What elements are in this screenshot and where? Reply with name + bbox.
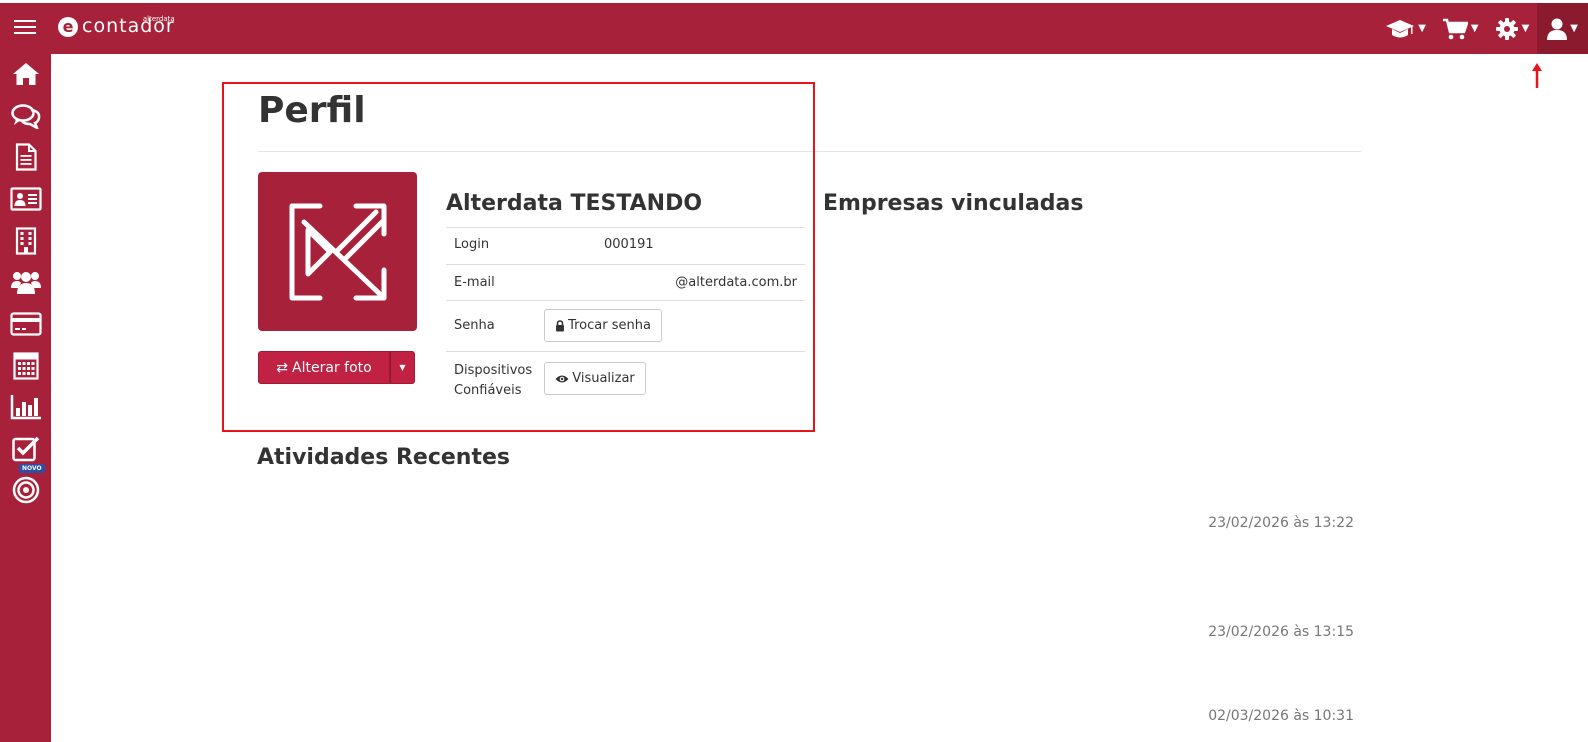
sidebar-item-contacts[interactable] (0, 179, 51, 219)
document-icon (15, 143, 37, 171)
linked-companies-title: Empresas vinculadas (823, 191, 1084, 216)
chevron-down-icon: ▼ (1418, 23, 1426, 34)
recent-activities-title: Atividades Recentes (257, 445, 510, 470)
hamburger-menu-icon[interactable] (14, 20, 36, 38)
shopping-cart-icon (1442, 18, 1468, 39)
logo-e-icon: e (58, 17, 78, 37)
building-icon (15, 227, 36, 255)
sidebar-item-tasks[interactable] (0, 429, 51, 469)
sidebar: NOVO (0, 54, 51, 742)
sidebar-item-companies[interactable] (0, 221, 51, 261)
chevron-down-icon: ▼ (1521, 23, 1530, 34)
id-card-icon (9, 187, 42, 211)
user-menu[interactable]: ▼ (1537, 3, 1588, 54)
gear-icon (1495, 17, 1518, 40)
sidebar-item-documents[interactable] (0, 137, 51, 177)
sidebar-item-reports[interactable] (0, 387, 51, 427)
logo-small-text: alterdata (142, 15, 175, 23)
sidebar-item-payments[interactable] (0, 304, 51, 344)
sidebar-item-calculator[interactable] (0, 346, 51, 386)
user-icon (1547, 18, 1568, 40)
users-icon (10, 272, 41, 294)
settings-menu[interactable]: ▼ (1487, 3, 1538, 54)
chevron-down-icon: ▼ (1470, 23, 1479, 34)
sidebar-item-goals[interactable] (0, 470, 51, 510)
checkbox-icon (11, 436, 39, 462)
calculator-icon (12, 352, 39, 380)
home-icon (12, 63, 39, 85)
top-navbar: e alterdata contador ▼ ▼ ▼ ▼ (0, 0, 1588, 54)
sidebar-item-home[interactable] (0, 54, 51, 94)
activity-date: 02/03/2026 às 10:31 (1208, 708, 1354, 724)
credit-card-icon (9, 312, 42, 336)
chat-icon (10, 104, 40, 129)
store-menu[interactable]: ▼ (1434, 3, 1487, 54)
target-icon (12, 476, 39, 504)
sidebar-item-chat[interactable] (0, 96, 51, 136)
training-menu[interactable]: ▼ (1377, 3, 1434, 54)
graduation-cap-icon (1386, 19, 1415, 37)
chevron-down-icon: ▼ (1570, 23, 1578, 34)
activity-date: 23/02/2026 às 13:22 (1208, 515, 1354, 531)
bar-chart-icon (10, 395, 41, 420)
activity-date: 23/02/2026 às 13:15 (1208, 624, 1354, 640)
sidebar-item-clients[interactable] (0, 262, 51, 302)
highlight-box (222, 82, 815, 432)
app-logo[interactable]: e alterdata contador (58, 15, 175, 37)
red-arrow-icon (1532, 63, 1542, 88)
